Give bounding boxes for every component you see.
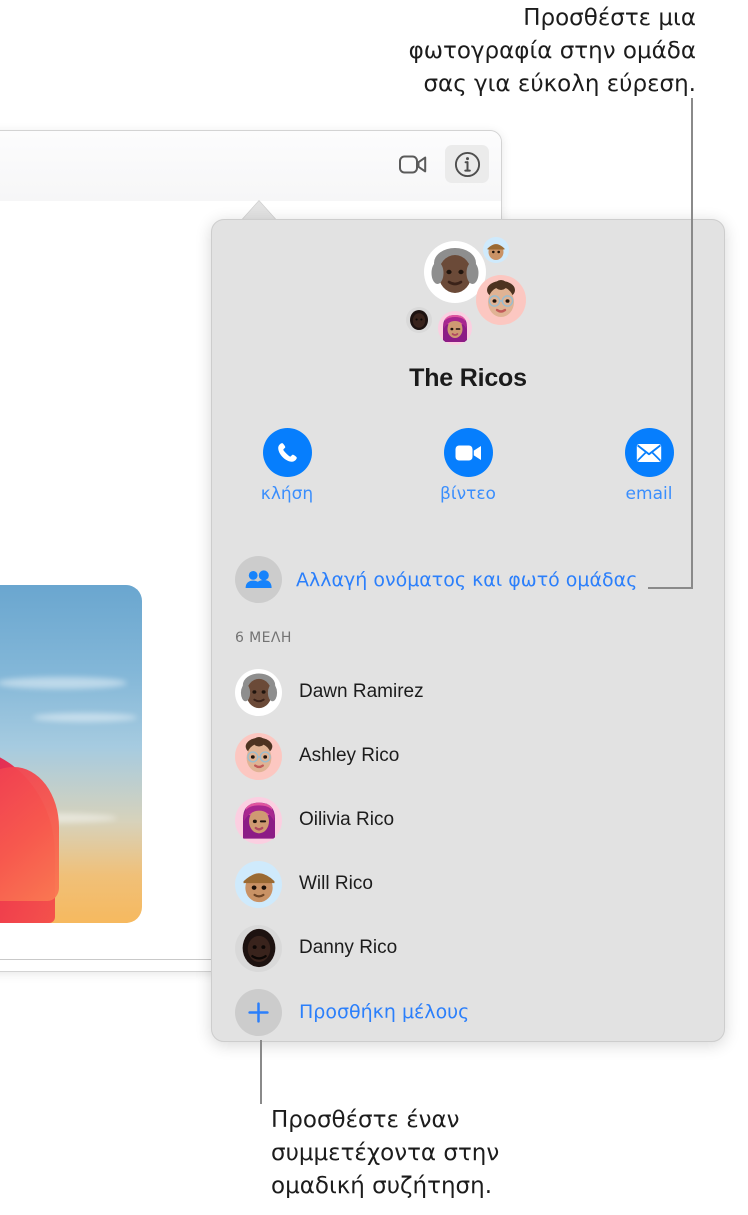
member-avatar xyxy=(235,732,282,780)
callout-leader-line-top-horizontal xyxy=(648,587,693,589)
rename-group-row[interactable]: Αλλαγή ονόματος και φωτό ομάδας xyxy=(235,556,637,603)
callout-leader-line-top xyxy=(691,98,693,588)
add-member-label: Προσθήκη μέλους xyxy=(299,1001,470,1023)
video-camera-icon xyxy=(399,155,427,173)
memoji-dawn-icon xyxy=(431,248,479,293)
photo-message-bubble[interactable] xyxy=(0,585,142,923)
email-action-circle xyxy=(624,428,674,477)
phone-icon xyxy=(277,443,297,462)
memoji-ashley-icon xyxy=(245,736,272,773)
avatar-ashley-rico xyxy=(476,275,526,325)
members-section-header: 6 ΜΕΛΗ xyxy=(235,630,292,646)
group-title: The Ricos xyxy=(409,364,527,392)
quick-actions-row: κλήση βίντεο email xyxy=(212,428,724,504)
member-avatar xyxy=(235,860,282,908)
member-row[interactable]: Will Rico xyxy=(235,852,708,916)
member-avatar xyxy=(235,668,282,716)
window-toolbar xyxy=(0,131,501,201)
video-action-button[interactable]: βίντεο xyxy=(420,428,516,504)
email-action-label: email xyxy=(625,484,673,504)
callout-text-top: Προσθέστε μια φωτογραφία στην ομάδα σας … xyxy=(408,5,696,97)
avatar-oilivia-rico xyxy=(438,311,472,345)
member-name: Oilivia Rico xyxy=(299,809,395,830)
member-row[interactable]: Dawn Ramirez xyxy=(235,660,708,724)
plus-icon xyxy=(248,1001,269,1023)
group-info-button[interactable] xyxy=(445,145,489,183)
memoji-ashley-icon xyxy=(487,280,515,317)
add-member-row[interactable]: Προσθήκη μέλους xyxy=(235,980,708,1044)
toolbar-actions xyxy=(391,145,489,183)
memoji-oilivia-icon xyxy=(242,802,275,839)
member-list: Dawn Ramirez Ashley Rico Oilivia Rico Wi… xyxy=(235,660,708,1044)
call-action-circle xyxy=(262,428,312,477)
video-call-button[interactable] xyxy=(391,145,435,183)
video-action-circle xyxy=(443,428,493,477)
memoji-will-icon xyxy=(487,244,505,260)
member-name: Ashley Rico xyxy=(299,745,400,766)
call-action-label: κλήση xyxy=(260,484,314,504)
group-avatar-cluster[interactable] xyxy=(212,229,724,355)
call-action-button[interactable]: κλήση xyxy=(239,428,335,504)
memoji-dawn-icon xyxy=(240,673,277,709)
two-people-icon xyxy=(245,570,272,588)
member-name: Will Rico xyxy=(299,873,373,894)
photo-subject xyxy=(0,671,101,923)
member-avatar xyxy=(235,924,282,972)
memoji-danny-icon xyxy=(410,310,428,330)
member-name: Dawn Ramirez xyxy=(299,681,424,702)
envelope-icon xyxy=(636,443,662,462)
video-action-label: βίντεο xyxy=(440,484,496,504)
popover-arrow xyxy=(242,201,276,220)
email-action-button[interactable]: email xyxy=(601,428,697,504)
memoji-will-icon xyxy=(243,873,274,903)
callout-leader-line-bottom xyxy=(260,1040,262,1104)
callout-text-bottom: Προσθέστε έναν συμμετέχοντα στην ομαδική… xyxy=(271,1107,500,1199)
group-info-popover: The Ricos κλήση βίντεο email Αλλαγή ονόμ… xyxy=(211,219,725,1042)
video-camera-icon xyxy=(455,445,481,460)
rename-group-label: Αλλαγή ονόματος και φωτό ομάδας xyxy=(296,568,638,591)
avatar-danny-rico xyxy=(406,307,432,333)
member-avatar xyxy=(235,796,282,844)
info-circle-icon xyxy=(454,151,480,177)
member-row[interactable]: Oilivia Rico xyxy=(235,788,708,852)
memoji-oilivia-icon xyxy=(443,315,467,342)
member-row[interactable]: Ashley Rico xyxy=(235,724,708,788)
add-member-circle xyxy=(235,988,282,1036)
member-row[interactable]: Danny Rico xyxy=(235,916,708,980)
rename-icon-wrap xyxy=(235,556,282,603)
memoji-danny-icon xyxy=(242,928,275,968)
member-name: Danny Rico xyxy=(299,937,398,958)
avatar-will-rico xyxy=(483,237,509,263)
